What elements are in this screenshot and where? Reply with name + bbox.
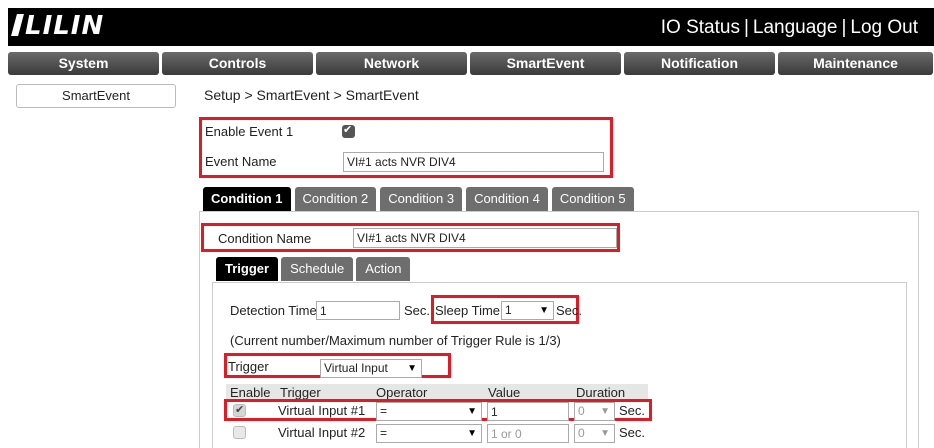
nav-tab-maintenance[interactable]: Maintenance (778, 52, 933, 75)
dropdown-arrow-icon: ▼ (407, 363, 417, 374)
col-value: Value (488, 385, 521, 400)
row-2-value-input[interactable]: 1 or 0 (487, 424, 569, 443)
col-operator: Operator (376, 385, 428, 400)
dropdown-arrow-icon: ▼ (467, 428, 477, 439)
dropdown-arrow-icon: ▼ (539, 305, 549, 316)
language-link[interactable]: Language (753, 17, 838, 38)
breadcrumb: Setup > SmartEvent > SmartEvent (204, 87, 419, 103)
sub-tabs: Trigger Schedule Action (216, 257, 411, 281)
tab-trigger[interactable]: Trigger (216, 257, 279, 281)
row-2-duration-value: 0 (578, 426, 585, 440)
log-out-link[interactable]: Log Out (850, 17, 918, 38)
nav-tab-system[interactable]: System (8, 52, 159, 75)
dropdown-arrow-icon: ▼ (467, 406, 477, 417)
nav-tab-notification[interactable]: Notification (624, 52, 775, 75)
row-2-duration-select[interactable]: 0 ▼ (574, 424, 615, 443)
row-1-value-input[interactable]: 1 (487, 402, 569, 421)
tab-condition-5[interactable]: Condition 5 (551, 187, 634, 211)
event-name-label: Event Name (205, 154, 277, 169)
condition-tabs: Condition 1 Condition 2 Condition 3 Cond… (203, 187, 634, 211)
trigger-type-value: Virtual Input (324, 361, 388, 375)
row-1-operator-select[interactable]: = ▼ (376, 402, 482, 421)
logo-mark-icon (11, 14, 24, 36)
nav-tab-network[interactable]: Network (316, 52, 467, 75)
row-1-operator-value: = (380, 404, 388, 418)
enable-event-label: Enable Event 1 (205, 124, 294, 139)
condition-name-input[interactable]: VI#1 acts NVR DIV4 (353, 228, 617, 248)
row-2-operator-value: = (380, 426, 388, 440)
sleep-time-value: 1 (505, 303, 512, 317)
trigger-type-select[interactable]: Virtual Input ▼ (320, 359, 422, 378)
row-2-enable-checkbox[interactable] (233, 426, 246, 439)
event-name-input[interactable]: VI#1 acts NVR DIV4 (343, 152, 604, 172)
tab-condition-2[interactable]: Condition 2 (294, 187, 377, 211)
sleep-time-select[interactable]: 1 ▼ (501, 301, 554, 320)
enable-event-checkbox[interactable]: ✔ (342, 124, 355, 138)
detection-time-input[interactable]: 1 (316, 301, 400, 320)
check-icon: ✔ (343, 124, 353, 136)
col-trigger: Trigger (280, 385, 321, 400)
dropdown-arrow-icon: ▼ (600, 428, 610, 439)
check-icon: ✔ (235, 404, 245, 416)
io-status-link[interactable]: IO Status (661, 17, 740, 38)
trigger-rule-note: (Current number/Maximum number of Trigge… (230, 333, 561, 348)
dropdown-arrow-icon: ▼ (600, 406, 610, 417)
main-nav: System Controls Network SmartEvent Notif… (8, 52, 934, 75)
row-1-duration-select[interactable]: 0 ▼ (574, 402, 615, 421)
trigger-label: Trigger (228, 359, 269, 374)
detection-time-label: Detection Time (230, 303, 317, 318)
nav-tab-smartevent[interactable]: SmartEvent (470, 52, 621, 75)
sleep-time-label: Sleep Time (435, 303, 501, 318)
condition-name-label: Condition Name (218, 231, 312, 246)
col-duration: Duration (576, 385, 626, 400)
sleep-sec-label: Sec. (556, 303, 583, 318)
sidebar-item-smartevent[interactable]: SmartEvent (16, 84, 176, 108)
tab-condition-4[interactable]: Condition 4 (466, 187, 548, 211)
lilin-logo: LILIN (11, 11, 105, 41)
col-enable: Enable (230, 385, 271, 400)
tab-action[interactable]: Action (356, 257, 411, 281)
row-1-trigger: Virtual Input #1 (278, 403, 366, 418)
top-header: LILIN IO Status | Language | Log Out (8, 8, 934, 46)
row-1-unit: Sec. (619, 403, 646, 418)
row-1-enable-checkbox[interactable]: ✔ (233, 404, 246, 417)
tab-condition-3[interactable]: Condition 3 (380, 187, 463, 211)
tab-schedule[interactable]: Schedule (281, 257, 354, 281)
row-2-unit: Sec. (619, 425, 646, 440)
row-1-duration-value: 0 (578, 404, 585, 418)
trigger-table-header: Enable Trigger Operator Value Duration (226, 384, 648, 400)
logo-text: LILIN (25, 11, 105, 41)
row-2-operator-select[interactable]: = ▼ (376, 424, 482, 443)
row-2-trigger: Virtual Input #2 (278, 425, 366, 440)
detection-sec-label: Sec. (404, 303, 431, 318)
tab-condition-1[interactable]: Condition 1 (203, 187, 291, 211)
top-links: IO Status | Language | Log Out (660, 17, 918, 38)
nav-tab-controls[interactable]: Controls (162, 52, 313, 75)
